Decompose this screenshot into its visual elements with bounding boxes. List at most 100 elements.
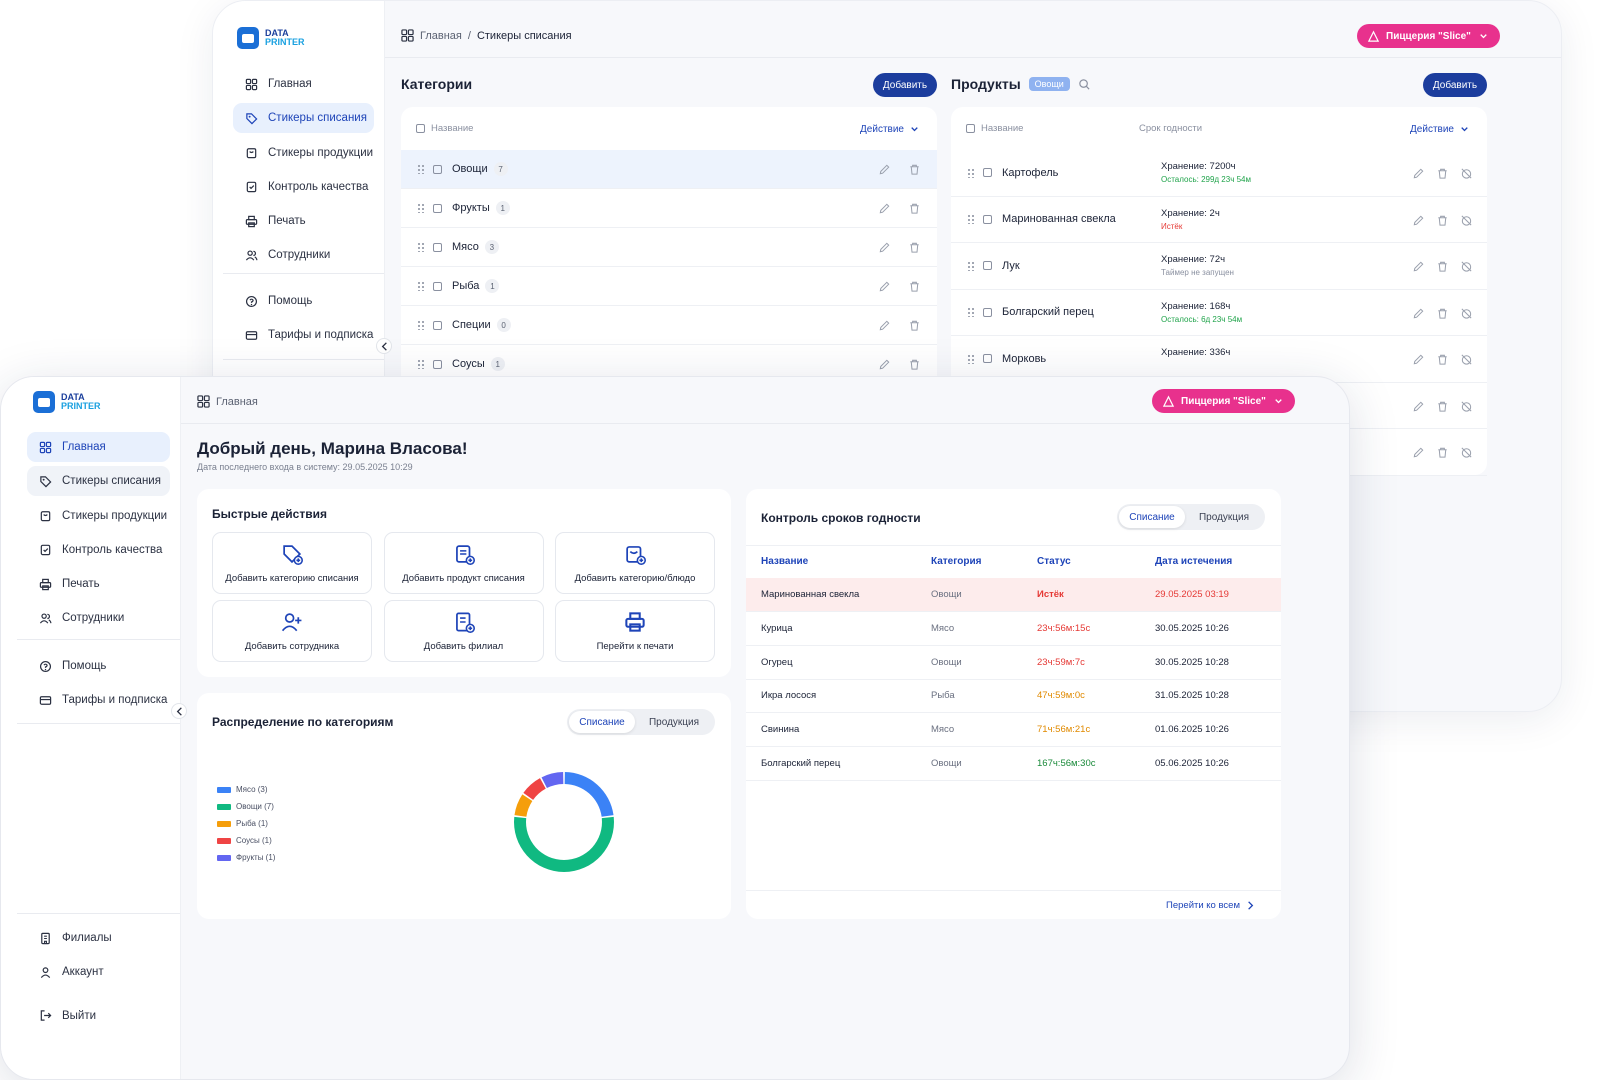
action-dropdown[interactable]: Действие [1410,123,1471,136]
sidebar-item-printer[interactable]: Печать [27,569,170,599]
sidebar-item-bag[interactable]: Стикеры продукции [27,501,170,531]
collapse-sidebar-button[interactable] [376,338,392,354]
edit-icon[interactable] [1412,167,1425,183]
row-checkbox[interactable] [983,214,992,224]
column-header[interactable]: Название [761,556,808,567]
table-row[interactable]: Специи 0 [401,306,937,345]
edit-icon[interactable] [1412,214,1425,230]
edit-icon[interactable] [878,241,891,257]
row-checkbox[interactable] [433,281,442,291]
edit-icon[interactable] [878,358,891,374]
row-checkbox[interactable] [983,307,992,317]
tab-writeoff[interactable]: Списание [1119,506,1185,528]
table-row[interactable]: Рыба 1 [401,267,937,306]
sidebar-item-logout[interactable]: Выйти [27,1001,170,1031]
select-all-checkbox[interactable] [416,124,425,133]
trash-icon[interactable] [1436,400,1449,416]
row-checkbox[interactable] [983,354,992,364]
edit-icon[interactable] [1412,446,1425,462]
tab-writeoff[interactable]: Списание [569,711,635,733]
timer-off-icon[interactable] [1460,214,1473,230]
trash-icon[interactable] [908,358,921,374]
quick-action-button[interactable]: Добавить продукт списания [383,532,544,594]
select-all-checkbox[interactable] [966,124,975,133]
row-checkbox[interactable] [433,359,442,369]
trash-icon[interactable] [908,319,921,335]
drag-handle-icon[interactable] [417,281,425,291]
row-checkbox[interactable] [433,320,442,330]
sidebar-item-users[interactable]: Сотрудники [27,603,170,633]
trash-icon[interactable] [908,163,921,179]
timer-off-icon[interactable] [1460,353,1473,369]
trash-icon[interactable] [908,202,921,218]
logo[interactable]: DATA PRINTER [33,391,101,413]
trash-icon[interactable] [1436,167,1449,183]
edit-icon[interactable] [878,163,891,179]
row-checkbox[interactable] [433,242,442,252]
trash-icon[interactable] [1436,446,1449,462]
table-row[interactable]: Лук Хранение: 72ч Таймер не запущен [951,243,1487,290]
sidebar-item-printer[interactable]: Печать [233,206,374,236]
drag-handle-icon[interactable] [967,307,975,318]
see-all-link[interactable]: Перейти ко всем [1166,899,1257,912]
sidebar-item-help[interactable]: Помощь [27,651,170,681]
sidebar-item-card[interactable]: Тарифы и подписка [233,320,374,350]
quick-action-button[interactable]: Добавить категорию списания [212,532,372,594]
drag-handle-icon[interactable] [967,214,975,225]
drag-handle-icon[interactable] [417,164,425,174]
pizzeria-selector[interactable]: Пиццерия "Slice" [1152,389,1295,413]
drag-handle-icon[interactable] [967,167,975,178]
sidebar-item-users[interactable]: Сотрудники [233,240,374,270]
trash-icon[interactable] [1436,260,1449,276]
tab-products[interactable]: Продукция [1185,506,1263,528]
donut-slice[interactable] [514,816,614,872]
column-header[interactable]: Дата истечения [1155,556,1232,567]
search-icon[interactable] [1078,78,1091,91]
column-header[interactable]: Категория [931,556,981,567]
edit-icon[interactable] [1412,400,1425,416]
drag-handle-icon[interactable] [417,203,425,213]
filter-chip[interactable]: Овощи [1028,77,1070,91]
trash-icon[interactable] [1436,353,1449,369]
drag-handle-icon[interactable] [967,353,975,364]
donut-slice[interactable] [523,778,546,800]
sidebar-item-tag[interactable]: Стикеры списания [233,103,374,134]
add-product-button[interactable]: Добавить [1423,73,1487,97]
drag-handle-icon[interactable] [417,242,425,252]
table-row[interactable]: Мясо 3 [401,228,937,267]
donut-slice[interactable] [564,772,614,817]
breadcrumb-home[interactable]: Главная [420,30,462,42]
row-checkbox[interactable] [433,203,442,213]
donut-slice[interactable] [514,794,533,817]
logo[interactable]: DATA PRINTER [237,27,305,49]
edit-icon[interactable] [878,319,891,335]
collapse-sidebar-button[interactable] [171,703,187,719]
trash-icon[interactable] [1436,307,1449,323]
add-category-button[interactable]: Добавить [873,73,937,97]
column-header[interactable]: Статус [1037,556,1071,567]
table-row[interactable]: Свинина Мясо 71ч:56м:21с 01.06.2025 10:26 [746,713,1281,748]
sidebar-item-grid[interactable]: Главная [233,69,374,99]
table-row[interactable]: Фрукты 1 [401,189,937,228]
edit-icon[interactable] [1412,260,1425,276]
sidebar-item-user[interactable]: Аккаунт [27,957,170,987]
sidebar-item-bag[interactable]: Стикеры продукции [233,138,374,168]
trash-icon[interactable] [1436,214,1449,230]
tab-products[interactable]: Продукция [635,711,713,733]
trash-icon[interactable] [908,280,921,296]
timer-off-icon[interactable] [1460,446,1473,462]
edit-icon[interactable] [878,202,891,218]
edit-icon[interactable] [1412,353,1425,369]
timer-off-icon[interactable] [1460,400,1473,416]
table-row[interactable]: Овощи 7 [401,150,937,189]
sidebar-item-grid[interactable]: Главная [27,432,170,462]
edit-icon[interactable] [1412,307,1425,323]
donut-slice[interactable] [541,772,564,789]
row-checkbox[interactable] [433,164,442,174]
timer-off-icon[interactable] [1460,307,1473,323]
drag-handle-icon[interactable] [417,359,425,369]
timer-off-icon[interactable] [1460,260,1473,276]
table-row[interactable]: Курица Мясо 23ч:56м:15с 30.05.2025 10:26 [746,612,1281,646]
table-row[interactable]: Маринованная свекла Овощи Истёк 29.05.2025 … [746,578,1281,612]
sidebar-item-card[interactable]: Тарифы и подписка [27,685,170,715]
